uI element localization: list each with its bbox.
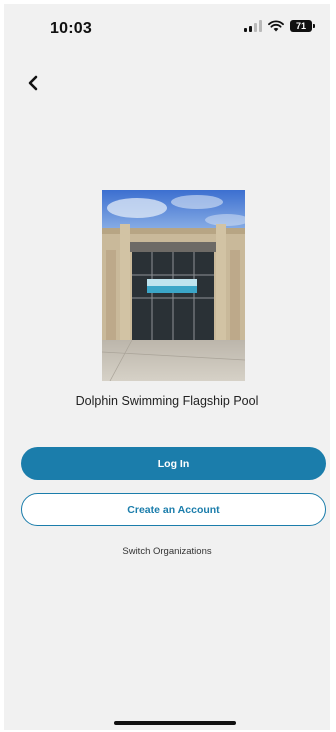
chevron-left-icon [28, 75, 38, 91]
battery-icon: 71 [290, 20, 315, 32]
back-button[interactable] [18, 68, 48, 98]
cellular-signal-icon [244, 20, 262, 32]
venue-image [102, 190, 245, 381]
create-account-button[interactable]: Create an Account [21, 493, 326, 526]
venue-name: Dolphin Swimming Flagship Pool [75, 394, 259, 408]
switch-organizations-link[interactable]: Switch Organizations [4, 546, 330, 557]
app-screen: 10:03 71 Dolphin Swimming Flagship Pool … [4, 4, 330, 730]
status-icons: 71 [244, 20, 315, 32]
status-bar: 10:03 71 [4, 4, 330, 52]
log-in-button[interactable]: Log In [21, 447, 326, 480]
home-indicator [114, 721, 236, 725]
status-time: 10:03 [50, 20, 92, 37]
building-photo [102, 190, 245, 381]
wifi-icon [268, 20, 284, 32]
